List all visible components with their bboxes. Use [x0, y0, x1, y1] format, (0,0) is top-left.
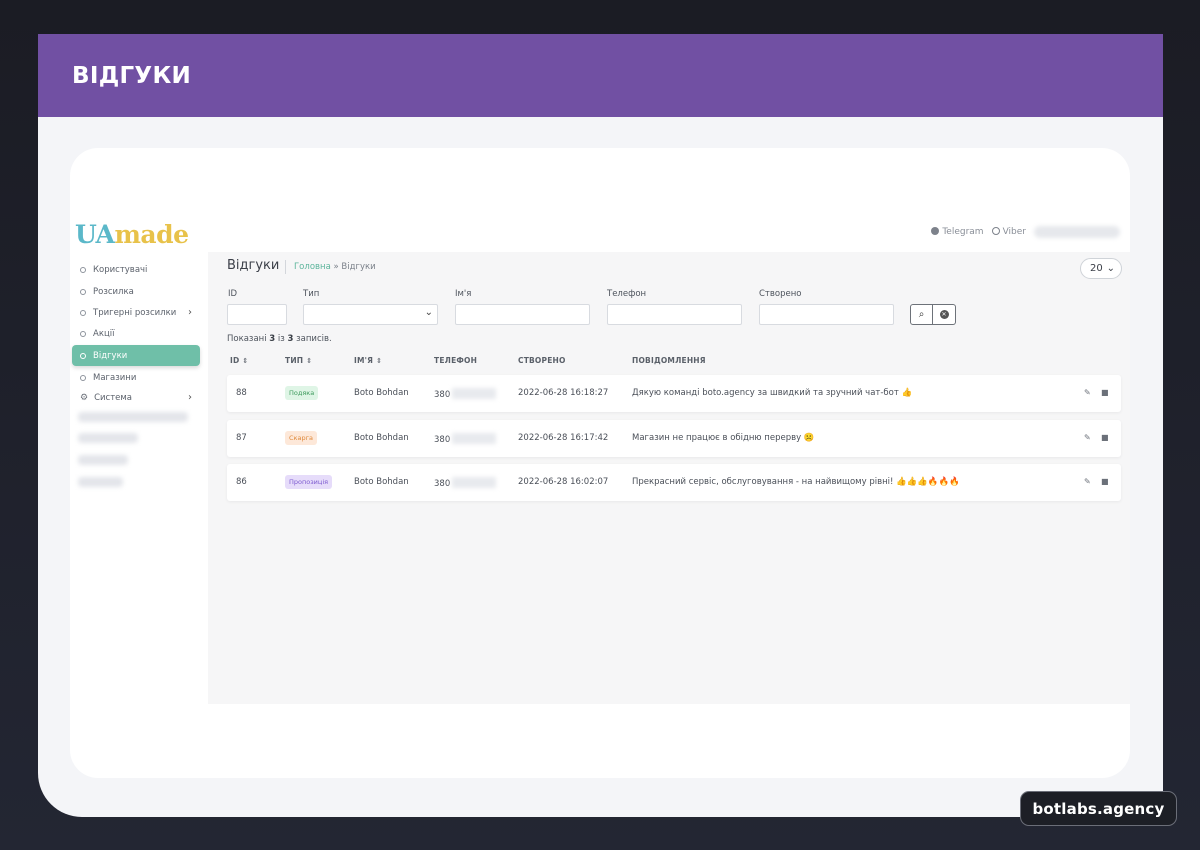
sidebar-item-trigger-mailing[interactable]: Тригерні розсилки › [72, 302, 200, 323]
filter-created-input[interactable] [759, 304, 894, 325]
row-phone: 380 [434, 388, 497, 400]
clear-filters-button[interactable]: ✕ [933, 304, 956, 325]
sort-icon: ⇕ [376, 357, 383, 365]
breadcrumb: Головна » Відгуки [294, 262, 376, 272]
search-icon: ⌕ [918, 309, 925, 320]
row-name: Boto Bohdan [354, 433, 409, 443]
circle-icon [80, 352, 86, 359]
row-created: 2022-06-28 16:02:07 [518, 477, 609, 487]
filter-created-label: Створено [759, 289, 802, 299]
title-banner: ВІДГУКИ [38, 34, 1163, 117]
telegram-link[interactable]: Telegram [931, 227, 984, 237]
circle-icon [80, 266, 86, 273]
per-page-select[interactable]: 20 ⌄ [1080, 258, 1122, 279]
filter-type-label: Тип [303, 289, 320, 299]
presentation-frame: ВІДГУКИ UAmade Telegram Viber Користувач… [38, 34, 1163, 817]
main-content: Відгуки Головна » Відгуки 20 ⌄ ID Тип Ім… [208, 252, 1130, 704]
column-header-type[interactable]: ТИП ⇕ [285, 356, 312, 365]
circle-icon [80, 309, 86, 316]
phone-redacted [452, 433, 497, 444]
sidebar-item-system[interactable]: ⚙ Система › [72, 387, 200, 408]
sidebar-item-users[interactable]: Користувачі [72, 259, 200, 280]
table-row[interactable]: 88 Подяка Boto Bohdan 380 2022-06-28 16:… [227, 375, 1121, 412]
viber-icon [991, 227, 1000, 235]
sidebar-item-hidden[interactable] [78, 412, 188, 422]
phone-redacted [452, 388, 497, 399]
trash-icon[interactable]: ■ [1101, 433, 1109, 442]
phone-redacted [452, 477, 497, 488]
row-id: 88 [236, 388, 247, 398]
row-created: 2022-06-28 16:17:42 [518, 433, 609, 443]
row-message: Дякую команді boto.agency за швидкий та … [632, 388, 913, 398]
row-created: 2022-06-28 16:18:27 [518, 388, 609, 398]
sidebar-item-mailing[interactable]: Розсилка [72, 281, 200, 302]
column-header-id[interactable]: ID ⇕ [230, 356, 249, 365]
filter-name-label: Ім'я [455, 289, 472, 299]
title-divider [285, 260, 286, 274]
uamade-logo[interactable]: UAmade [75, 220, 189, 249]
topbar-links: Telegram Viber [931, 226, 1120, 238]
chevron-right-icon: › [188, 392, 192, 403]
telegram-icon [931, 227, 940, 235]
filter-name-input[interactable] [455, 304, 590, 325]
sidebar-item-promotions[interactable]: Акції [72, 323, 200, 344]
column-header-name[interactable]: ІМ'Я ⇕ [354, 356, 382, 365]
circle-icon [80, 288, 86, 295]
row-name: Boto Bohdan [354, 388, 409, 398]
filter-type-select[interactable] [303, 304, 438, 325]
chevron-right-icon: › [188, 307, 192, 318]
breadcrumb-separator: » [333, 262, 339, 272]
row-message: Магазин не працює в обідню перерву ☹️ [632, 433, 815, 443]
sidebar-item-hidden[interactable] [78, 433, 138, 443]
row-id: 86 [236, 477, 247, 487]
edit-icon[interactable]: ✎ [1084, 388, 1091, 397]
breadcrumb-current: Відгуки [341, 262, 376, 272]
screenshot-card: UAmade Telegram Viber Користувачі Розсил… [70, 148, 1130, 778]
circle-icon [80, 374, 86, 381]
filter-id-input[interactable] [227, 304, 287, 325]
edit-icon[interactable]: ✎ [1084, 433, 1091, 442]
records-summary: Показані 3 із 3 записів. [227, 334, 332, 344]
filter-id-label: ID [228, 289, 238, 299]
filter-phone-input[interactable] [607, 304, 742, 325]
trash-icon[interactable]: ■ [1101, 477, 1109, 486]
search-button[interactable]: ⌕ [910, 304, 933, 325]
type-badge: Пропозиція [285, 475, 333, 489]
row-id: 87 [236, 433, 247, 443]
row-message: Прекрасний сервіс, обслуговування - на н… [632, 477, 960, 487]
type-badge: Подяка [285, 386, 319, 400]
viber-link[interactable]: Viber [991, 227, 1026, 237]
row-name: Boto Bohdan [354, 477, 409, 487]
column-header-created: СТВОРЕНО [518, 356, 566, 365]
botlabs-brand-badge: botlabs.agency [1020, 791, 1177, 826]
trash-icon[interactable]: ■ [1101, 388, 1109, 397]
table-row[interactable]: 87 Скарга Boto Bohdan 380 2022-06-28 16:… [227, 420, 1121, 457]
page-title: Відгуки [227, 258, 280, 273]
filter-phone-label: Телефон [607, 289, 647, 299]
breadcrumb-home[interactable]: Головна [294, 262, 331, 272]
column-header-message: ПОВІДОМЛЕННЯ [632, 356, 706, 365]
sidebar: Користувачі Розсилка Тригерні розсилки › … [70, 252, 207, 704]
sidebar-item-hidden[interactable] [78, 455, 128, 465]
column-header-phone: ТЕЛЕФОН [434, 356, 478, 365]
close-icon: ✕ [939, 310, 949, 319]
edit-icon[interactable]: ✎ [1084, 477, 1091, 486]
banner-title: ВІДГУКИ [72, 62, 192, 89]
user-menu[interactable] [1034, 226, 1120, 238]
row-phone: 380 [434, 477, 497, 489]
type-badge: Скарга [285, 431, 317, 445]
sidebar-item-hidden[interactable] [78, 477, 123, 487]
chevron-down-icon: ⌄ [1106, 263, 1115, 274]
circle-icon [80, 330, 86, 337]
sidebar-item-shops[interactable]: Магазини [72, 367, 200, 388]
table-row[interactable]: 86 Пропозиція Boto Bohdan 380 2022-06-28… [227, 464, 1121, 501]
row-phone: 380 [434, 433, 497, 445]
sort-icon: ⇕ [242, 357, 249, 365]
gears-icon: ⚙ [80, 392, 89, 403]
sidebar-item-reviews[interactable]: Відгуки [72, 345, 200, 366]
sort-icon: ⇕ [306, 357, 313, 365]
